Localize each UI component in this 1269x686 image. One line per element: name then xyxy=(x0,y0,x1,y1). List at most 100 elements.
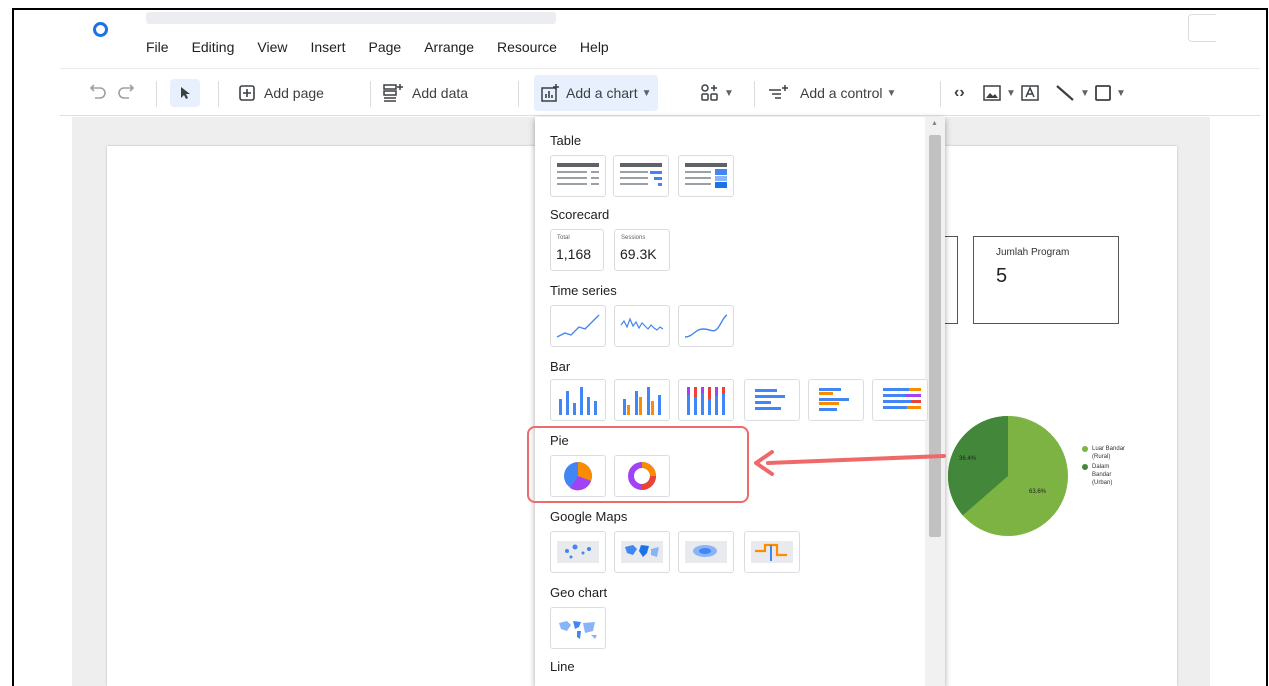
line-icon xyxy=(1056,85,1074,101)
add-data-label: Add data xyxy=(412,85,469,101)
chevron-down-icon: ▼ xyxy=(724,87,734,99)
select-tool-button[interactable] xyxy=(170,79,200,107)
shape-button[interactable]: ▼ xyxy=(1094,69,1126,117)
image-button[interactable]: ▼ xyxy=(982,69,1016,117)
chevron-down-icon: ▼ xyxy=(641,87,652,99)
table-with-bars-icon xyxy=(620,163,662,186)
rectangle-shape-icon xyxy=(1095,85,1111,101)
add-data-button[interactable]: Add data xyxy=(382,69,468,117)
menu-arrange[interactable]: Arrange xyxy=(424,37,474,57)
chart-option-column[interactable] xyxy=(550,379,606,421)
table-chart-icon xyxy=(557,163,599,185)
chart-option-stacked-column[interactable] xyxy=(678,379,734,421)
community-viz-button[interactable]: ▼ xyxy=(700,69,734,117)
chart-option-table-bars[interactable] xyxy=(613,155,669,197)
legend-label-rural: Luar Bandar (Rural) xyxy=(1092,446,1126,460)
legend-label-urban: Dalam Bandar (Urban) xyxy=(1092,464,1113,486)
chart-option-smoothed-time-series[interactable] xyxy=(678,305,734,347)
chart-option-table[interactable] xyxy=(550,155,606,197)
chart-option-grouped-column[interactable] xyxy=(614,379,670,421)
chevron-down-icon: ▼ xyxy=(1080,87,1090,99)
chart-option-table-heatmap[interactable] xyxy=(678,155,734,197)
add-data-icon xyxy=(383,84,403,102)
chart-option-geo-chart[interactable] xyxy=(550,607,606,649)
menu-resource[interactable]: Resource xyxy=(497,37,557,57)
menu-insert[interactable]: Insert xyxy=(310,37,345,57)
code-brackets-icon: ‹› xyxy=(954,84,965,101)
looker-studio-logo[interactable] xyxy=(93,22,108,37)
add-page-button[interactable]: Add page xyxy=(238,69,324,117)
bar-chart-icon xyxy=(755,389,785,410)
menu-editing[interactable]: Editing xyxy=(192,37,235,57)
section-scorecard: Scorecard xyxy=(550,207,610,222)
chart-option-bubble-map[interactable] xyxy=(550,531,606,573)
stacked-column-icon xyxy=(687,387,725,415)
time-series-icon xyxy=(556,314,600,338)
legend-item-urban: Dalam Bandar (Urban) xyxy=(1082,463,1130,487)
bubble-map-icon xyxy=(557,541,599,563)
chevron-down-icon: ▼ xyxy=(886,87,897,99)
text-box-button[interactable] xyxy=(1020,69,1040,117)
chart-option-sparkline[interactable] xyxy=(614,305,670,347)
text-box-icon xyxy=(1021,85,1039,101)
add-chart-button[interactable]: Add a chart ▼ xyxy=(534,75,658,111)
stacked-bar-icon xyxy=(883,388,921,409)
scorecard-preview-value: 1,168 xyxy=(556,246,592,262)
grouped-column-icon xyxy=(623,387,661,415)
chart-option-scorecard-compact[interactable]: Sessions 69.3K xyxy=(614,229,670,271)
redo-button[interactable] xyxy=(116,69,134,117)
geo-chart-icon xyxy=(559,621,597,639)
section-time-series: Time series xyxy=(550,283,617,298)
line-button[interactable]: ▼ xyxy=(1054,69,1090,117)
redo-icon xyxy=(118,84,134,99)
section-google-maps: Google Maps xyxy=(550,509,628,524)
add-page-icon xyxy=(239,85,255,101)
chart-option-heatmap-map[interactable] xyxy=(678,531,734,573)
image-icon xyxy=(983,85,1001,101)
pie-label-small: 36.4% xyxy=(959,456,977,462)
table-heatmap-icon xyxy=(685,163,727,188)
chart-option-line-map[interactable] xyxy=(744,531,800,573)
scorecard-jumlah-program[interactable]: Jumlah Program 5 xyxy=(973,236,1119,324)
scorecard-preview-title: Sessions xyxy=(621,235,646,241)
menu-file[interactable]: File xyxy=(146,37,169,57)
section-line: Line xyxy=(550,659,575,674)
add-control-button[interactable]: Add a control ▼ xyxy=(768,69,896,117)
undo-button[interactable] xyxy=(90,69,108,117)
menu-page[interactable]: Page xyxy=(368,37,401,57)
sparkline-icon xyxy=(620,317,664,331)
pie-highlight-box xyxy=(527,426,749,503)
add-control-label: Add a control xyxy=(800,85,883,101)
pie-chart[interactable]: 36.4% 63.6% xyxy=(945,413,1075,543)
toolbar: Add page Add data Add a chart ▼ ▼ Add a … xyxy=(60,68,1260,116)
grouped-bar-icon xyxy=(819,388,849,411)
add-chart-label: Add a chart xyxy=(566,85,638,101)
chart-option-scorecard-total[interactable]: Total 1,168 xyxy=(550,229,604,271)
chart-option-time-series[interactable] xyxy=(550,305,606,347)
menu-view[interactable]: View xyxy=(257,37,287,57)
embed-code-button[interactable]: ‹› xyxy=(954,69,965,117)
menu-help[interactable]: Help xyxy=(580,37,609,57)
scorecard-preview-title: Total xyxy=(557,235,570,241)
chart-option-bar[interactable] xyxy=(744,379,800,421)
chevron-down-icon: ▼ xyxy=(1006,87,1016,99)
chart-option-grouped-bar[interactable] xyxy=(808,379,864,421)
smoothed-time-series-icon xyxy=(684,314,728,338)
header-action-button[interactable] xyxy=(1188,14,1216,42)
chart-option-filled-map[interactable] xyxy=(614,531,670,573)
annotation-arrow xyxy=(754,450,946,476)
chart-option-stacked-bar[interactable] xyxy=(872,379,928,421)
legend-item-rural: Luar Bandar (Rural) xyxy=(1082,445,1130,461)
section-geo-chart: Geo chart xyxy=(550,585,608,600)
chevron-down-icon: ▼ xyxy=(1116,87,1126,99)
menu-bar: File Editing View Insert Page Arrange Re… xyxy=(146,37,632,57)
section-table: Table xyxy=(550,133,582,148)
scorecard-preview-value: 69.3K xyxy=(620,246,657,262)
pie-label-large: 63.6% xyxy=(1029,489,1047,495)
add-chart-icon xyxy=(541,84,559,102)
community-visualization-icon xyxy=(701,84,718,101)
add-page-label: Add page xyxy=(264,85,324,101)
line-map-icon xyxy=(751,541,793,563)
scorecard-value: 5 xyxy=(996,265,1008,287)
scroll-up-arrow-icon[interactable]: ▲ xyxy=(931,120,938,127)
